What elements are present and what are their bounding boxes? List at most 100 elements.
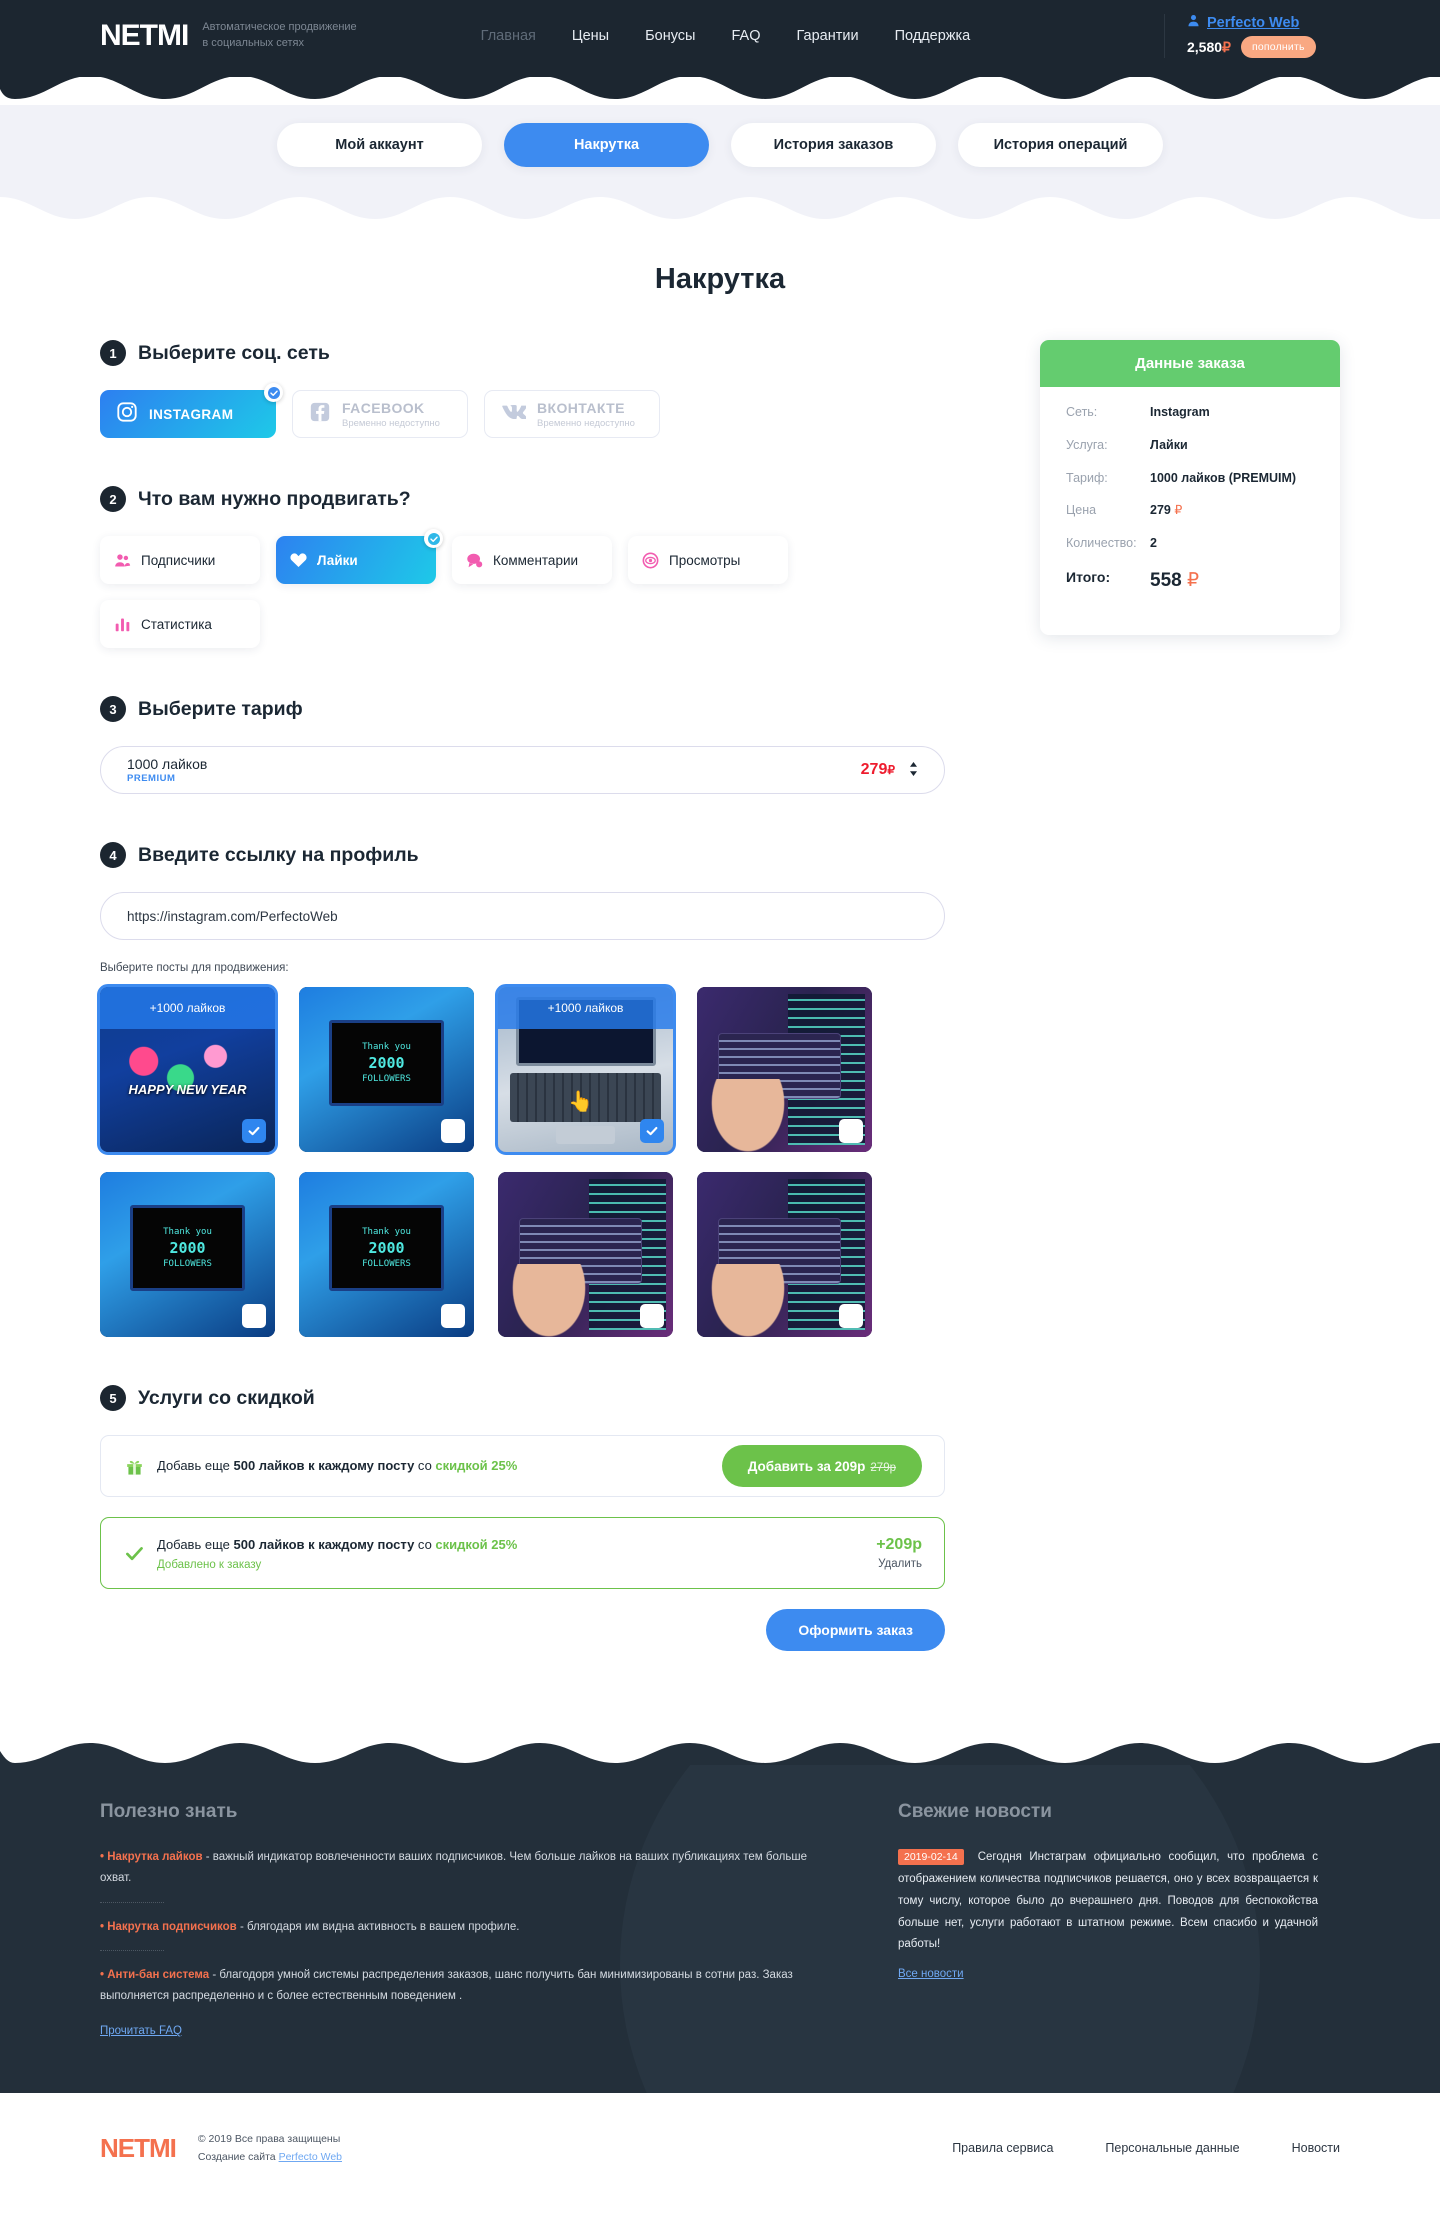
made-by-prefix: Создание сайта [197,2151,279,2164]
footer-all-news-link[interactable]: Все новости [898,1968,964,1980]
nav-item-home[interactable]: Главная [481,28,536,44]
post-checkbox[interactable] [441,1119,465,1143]
page-title: Накрутка [654,263,786,295]
copyright-block: © 2019 Все права защищены Создание сайта… [198,2130,342,2167]
summary-total-number: 558 [1150,569,1182,591]
summary-row-network: Сеть: Instagram [1066,403,1314,422]
nav-item-faq[interactable]: FAQ [731,28,760,44]
tab-my-account[interactable]: Мой аккаунт [277,123,482,167]
footer-link-privacy[interactable]: Персональные данные [1105,2141,1239,2155]
check-icon [646,1126,658,1136]
balance-row: 2,580₽ пополнить [1187,36,1316,58]
nav-item-support[interactable]: Поддержка [895,28,971,44]
post-card[interactable]: Thank you 2000 FOLLOWERS [100,1172,275,1337]
added-text-a: Добавь еще [157,1537,234,1553]
summary-row-total: Итого: 558 ₽ [1066,567,1314,596]
remove-discount-link[interactable]: Удалить [876,1558,922,1570]
post-card[interactable]: +1000 лайков 👆 [495,984,676,1155]
tab-operation-history[interactable]: История операций [958,123,1163,167]
post-card[interactable] [697,987,872,1152]
oled-line-2: 2000 [368,1238,405,1257]
chevron-updown-icon[interactable] [909,762,918,778]
site-header: NETMI Автоматическое продвижение в социа… [0,0,1440,72]
service-option-comments[interactable]: Комментарии [452,536,612,584]
place-order-button[interactable]: Оформить заказ [766,1609,945,1651]
social-option-vk[interactable]: ВКОНТАКТЕ Временно недоступно [484,390,660,438]
tab-promotion[interactable]: Накрутка [504,123,709,167]
topup-button[interactable]: пополнить [1240,36,1316,58]
social-option-facebook[interactable]: FACEBOOK Временно недоступно [292,390,468,438]
post-card[interactable]: +1000 лайков [97,984,278,1155]
discount-added-status: Добавлено к заказу [157,1558,262,1571]
footer-item-2-text: - блягодаря им видна активность в вашем … [236,1920,520,1933]
account-link[interactable]: Perfecto Web [1187,14,1299,31]
post-checkbox[interactable] [242,1304,266,1328]
summary-key-price: Цена [1066,503,1097,518]
oled-line-2: 2000 [169,1238,206,1257]
netmi-logo[interactable]: NETMI [100,19,189,52]
order-summary-card: Данные заказа Сеть: Instagram Услуга: Ла… [1040,340,1340,636]
post-checkbox[interactable] [839,1304,863,1328]
post-checkbox[interactable] [242,1119,266,1143]
footer-faq-link[interactable]: Прочитать FAQ [100,2025,182,2037]
footer-logo[interactable]: NETMI [100,2133,177,2164]
step-1-number: 1 [100,340,126,366]
page-root: NETMI Автоматическое продвижение в социа… [0,0,1440,2204]
footer-link-terms[interactable]: Правила сервиса [952,2141,1053,2155]
service-option-views[interactable]: Просмотры [628,536,788,584]
post-checkbox[interactable] [640,1304,664,1328]
service-label-comments: Комментарии [493,552,579,568]
social-label-instagram: INSTAGRAM [149,406,234,422]
tariff-select[interactable]: 1000 лайков PREMIUM 279₽ [100,746,945,794]
check-icon [248,1126,260,1136]
tab-order-history[interactable]: История заказов [731,123,936,167]
service-label-views: Просмотры [669,552,741,568]
post-card[interactable] [498,1172,673,1337]
footer-link-news[interactable]: Новости [1292,2141,1340,2155]
added-text-c: со [414,1537,436,1553]
discount-added-row: Добавь еще 500 лайков к каждому посту со… [100,1517,945,1589]
step-4-section: 4 Введите ссылку на профиль Выберите пос… [97,842,980,1337]
post-card[interactable]: Thank you 2000 FOLLOWERS [299,1172,474,1337]
post-checkbox[interactable] [839,1119,863,1143]
offer-text-d: скидкой 25% [435,1457,518,1473]
post-card[interactable]: Thank you 2000 FOLLOWERS [299,987,474,1152]
service-option-statistics[interactable]: Статистика [100,600,260,648]
footer-item-3-accent: • Анти-бан система [100,1968,210,1981]
summary-row-service: Услуга: Лайки [1066,436,1314,455]
nav-item-bonuses[interactable]: Бонусы [645,28,695,44]
news-date-badge: 2019-02-14 [898,1849,964,1865]
account-block: Perfecto Web 2,580₽ пополнить [1164,14,1340,58]
social-option-instagram[interactable]: INSTAGRAM [100,383,283,438]
post-checkbox[interactable] [640,1119,664,1143]
balance-amount: 2,580₽ [1187,39,1231,56]
summary-key-service: Услуга: [1066,437,1108,452]
summary-row-price: Цена 279 ₽ [1066,501,1314,520]
add-discount-button[interactable]: Добавить за 209р 279р [721,1445,922,1487]
post-checkbox[interactable] [441,1304,465,1328]
check-mark-icon [123,1544,145,1563]
rub-sign: ₽ [1222,38,1231,55]
footer-item-1-accent: • Накрутка лайков [100,1851,203,1863]
instagram-icon [116,401,138,428]
summary-key-total: Итого: [1066,568,1111,585]
account-tabs-band: Мой аккаунт Накрутка История заказов Ист… [0,105,1440,197]
summary-key-tariff: Тариф: [1066,470,1108,485]
nav-item-guarantees[interactable]: Гарантии [796,28,858,44]
made-by-link[interactable]: Perfecto Web [279,2151,342,2163]
account-name-text: Perfecto Web [1207,14,1300,31]
post-card[interactable] [697,1172,872,1337]
nav-item-prices[interactable]: Цены [572,28,609,44]
site-tagline: Автоматическое продвижение в социальных … [202,20,356,52]
discount-added-text: Добавь еще 500 лайков к каждому посту со… [157,1535,517,1555]
profile-url-input[interactable] [100,892,945,940]
summary-value-price: 279 ₽ [1150,501,1182,520]
order-summary-body: Сеть: Instagram Услуга: Лайки Тариф: 100… [1040,387,1340,635]
logo-text: NETMI [100,19,189,52]
step-1-header: 1 Выберите соц. сеть [100,340,980,366]
social-label-facebook: FACEBOOK [342,399,425,416]
user-icon [1187,14,1200,31]
service-option-followers[interactable]: Подписчики [100,536,260,584]
service-option-likes[interactable]: Лайки [276,529,443,584]
header-logo-block[interactable]: NETMI Автоматическое продвижение в социа… [100,20,357,52]
